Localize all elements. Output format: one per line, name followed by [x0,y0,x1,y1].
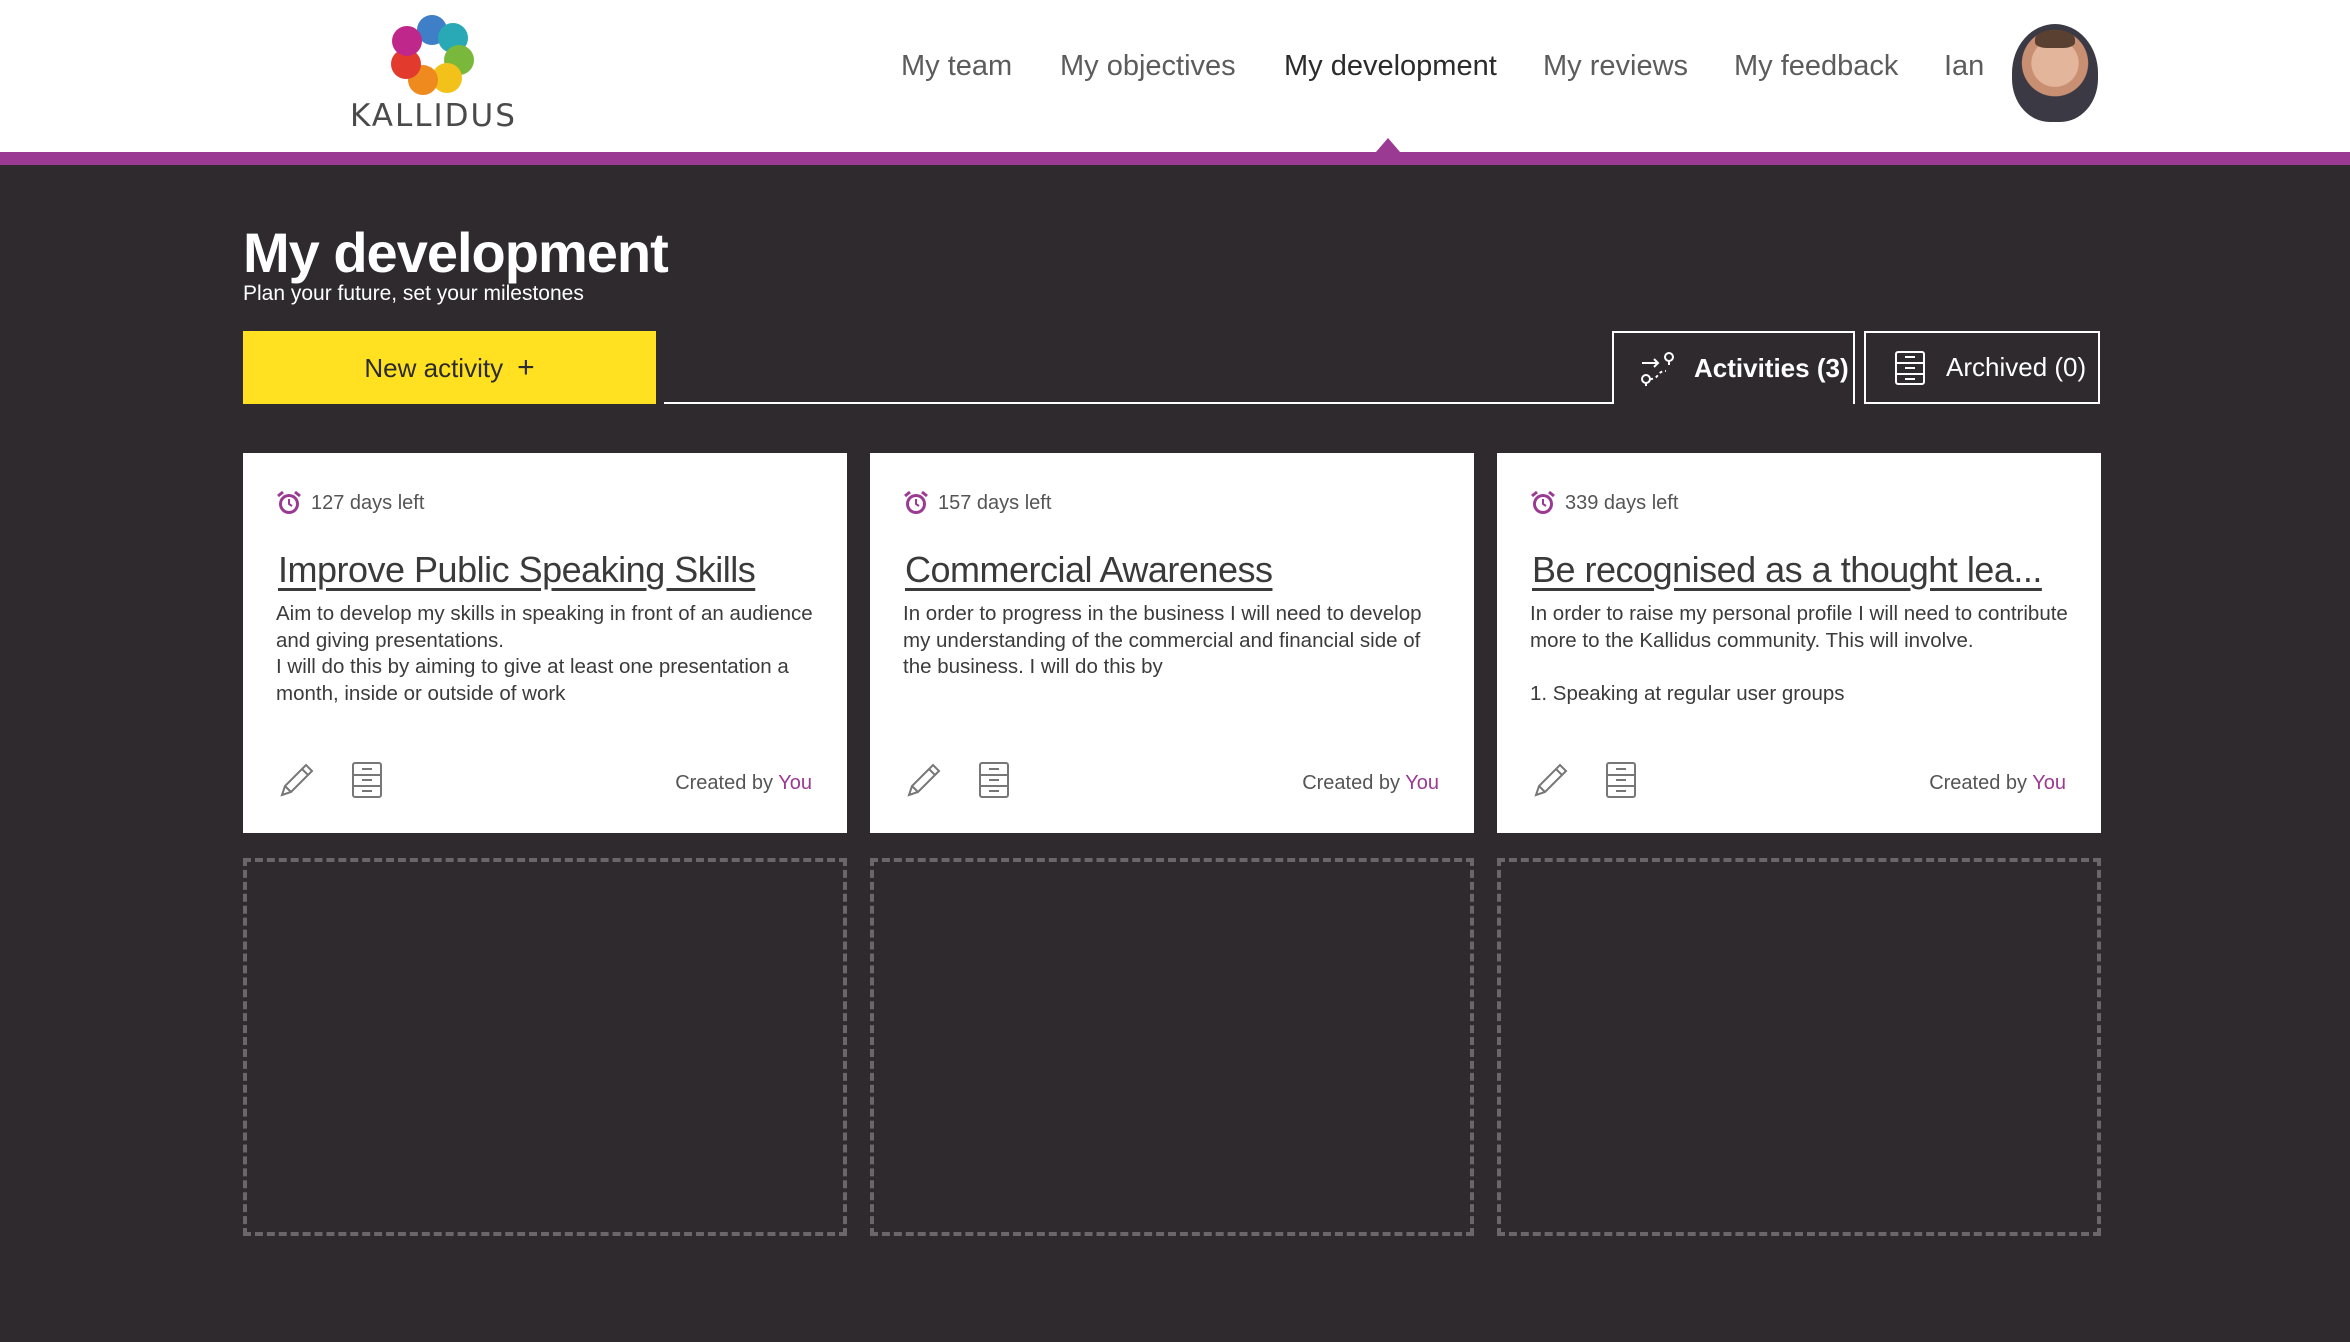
archive-icon [1895,350,1925,385]
days-left: 127 days left [275,489,424,517]
nav-item-my-feedback[interactable]: My feedback [1734,50,1898,100]
empty-activity-slot [870,858,1474,1236]
activity-card: 339 days left Be recognised as a thought… [1497,453,2101,833]
card-actions [903,759,1015,801]
edit-pencil-icon[interactable] [276,759,318,801]
created-by: Created by You [1302,772,1439,795]
empty-activity-slot [1497,858,2101,1236]
user-avatar[interactable] [2012,24,2098,122]
tab-activities-label: Activities (3) [1694,353,1849,383]
tab-archived[interactable]: Archived (0) [1864,331,2100,404]
created-by-user[interactable]: You [778,772,812,794]
days-left-text: 157 days left [938,491,1052,514]
tabs-divider [664,402,1614,404]
activity-title[interactable]: Be recognised as a thought lea... [1532,549,2077,591]
alarm-clock-icon [904,490,928,514]
nav-item-my-team[interactable]: My team [901,50,1012,100]
tab-activities[interactable]: Activities (3) [1612,331,1855,404]
created-by-label: Created by [675,772,774,794]
route-icon [1641,351,1674,386]
flower-logo-icon [391,15,474,95]
created-by: Created by You [1929,772,2066,795]
kallidus-logo[interactable]: KALLIDUS [350,12,517,134]
created-by-label: Created by [1929,772,2028,794]
new-activity-button[interactable]: New activity + [243,331,656,404]
activity-title[interactable]: Improve Public Speaking Skills [278,549,823,591]
edit-pencil-icon[interactable] [1530,759,1572,801]
archive-icon[interactable] [1600,759,1642,801]
archive-icon[interactable] [346,759,388,801]
page-subtitle: Plan your future, set your milestones [243,282,584,305]
activity-card: 127 days left Improve Public Speaking Sk… [243,453,847,833]
days-left-text: 127 days left [311,491,425,514]
created-by-label: Created by [1302,772,1401,794]
created-by-user[interactable]: You [2032,772,2066,794]
logo-wordmark: KALLIDUS [350,98,517,134]
created-by-user[interactable]: You [1405,772,1439,794]
plus-icon: + [517,350,535,384]
tab-archived-label: Archived (0) [1946,352,2087,382]
top-navigation-bar: KALLIDUS My team My objectives My develo… [0,0,2350,152]
nav-accent-bar [0,152,2350,165]
activity-description: In order to progress in the business I w… [903,602,1422,678]
nav-item-my-objectives[interactable]: My objectives [1060,50,1236,100]
empty-activity-slot [243,858,847,1236]
activity-description: Aim to develop my skills in speaking in … [276,602,813,705]
activity-description: In order to raise my personal profile I … [1530,602,2068,705]
days-left: 157 days left [902,489,1051,517]
card-actions [276,759,388,801]
active-nav-indicator [1376,138,1400,152]
user-name[interactable]: Ian [1944,50,1984,83]
activity-title[interactable]: Commercial Awareness [905,549,1450,591]
days-left-text: 339 days left [1565,491,1679,514]
alarm-clock-icon [1531,490,1555,514]
page-title: My development [243,221,669,284]
archive-icon[interactable] [973,759,1015,801]
edit-pencil-icon[interactable] [903,759,945,801]
created-by: Created by You [675,772,812,795]
card-actions [1530,759,1642,801]
new-activity-label: New activity [364,352,504,383]
nav-item-my-development[interactable]: My development [1284,50,1497,100]
alarm-clock-icon [277,490,301,514]
activity-card: 157 days left Commercial Awareness In or… [870,453,1474,833]
days-left: 339 days left [1529,489,1678,517]
nav-item-my-reviews[interactable]: My reviews [1543,50,1688,100]
